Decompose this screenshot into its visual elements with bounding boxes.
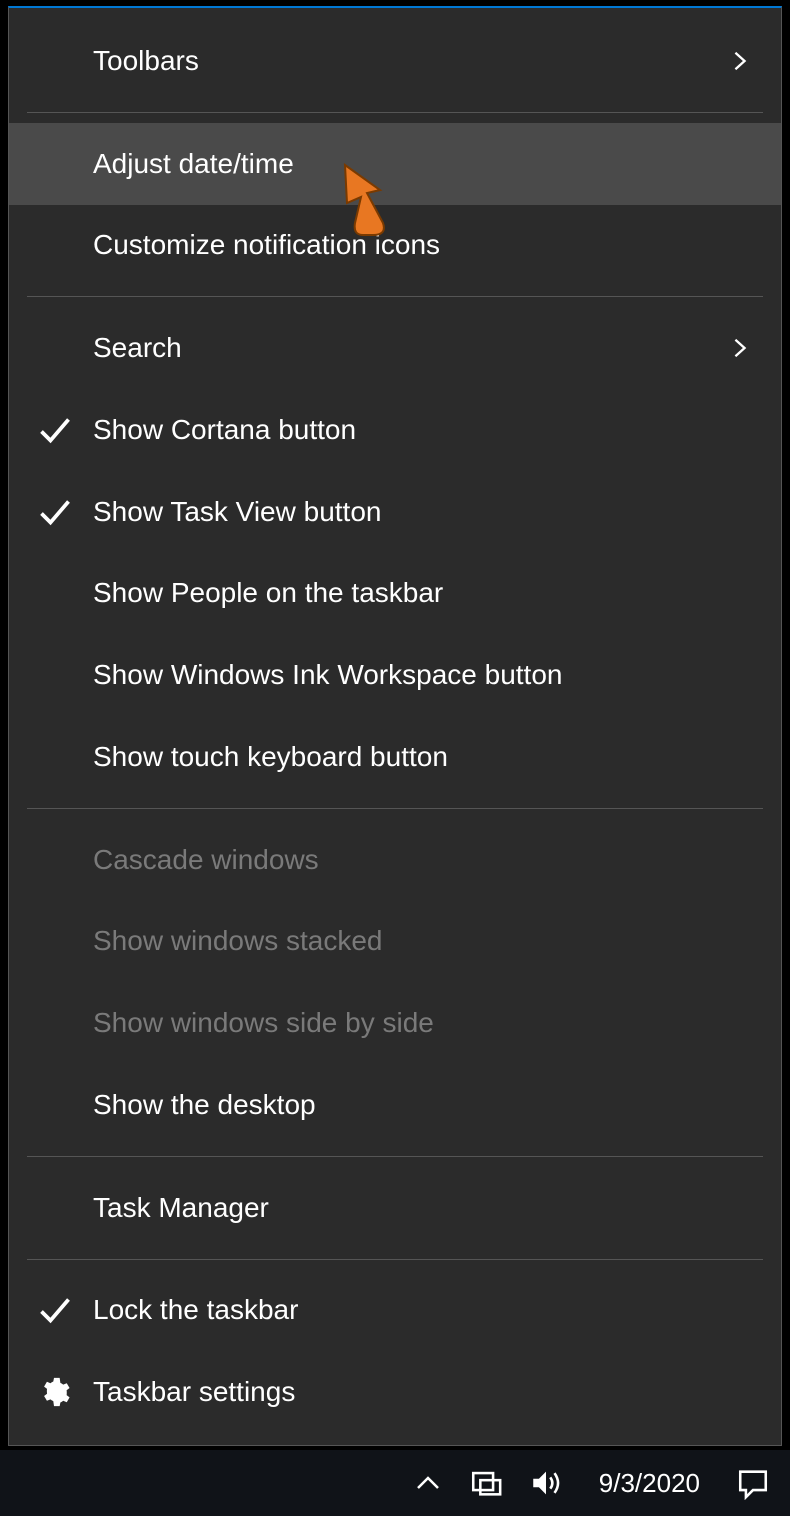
tray-overflow-chevron-icon[interactable]: [413, 1468, 443, 1498]
menu-item-label: Show the desktop: [93, 1089, 751, 1121]
menu-item-label: Taskbar settings: [93, 1376, 751, 1408]
menu-item-show-the-desktop[interactable]: Show the desktop: [9, 1064, 781, 1146]
chevron-right-icon: [729, 330, 751, 366]
taskbar: 9/3/2020: [0, 1450, 790, 1516]
menu-item-show-windows-stacked: Show windows stacked: [9, 901, 781, 983]
menu-item-label: Adjust date/time: [93, 148, 751, 180]
menu-item-label: Lock the taskbar: [93, 1294, 751, 1326]
menu-item-label: Show People on the taskbar: [93, 577, 751, 609]
menu-item-show-people-on-taskbar[interactable]: Show People on the taskbar: [9, 553, 781, 635]
action-center-icon[interactable]: [736, 1466, 770, 1500]
menu-item-show-cortana-button[interactable]: Show Cortana button: [9, 389, 781, 471]
menu-item-search[interactable]: Search: [9, 307, 781, 389]
menu-separator: [27, 1259, 763, 1260]
taskbar-date[interactable]: 9/3/2020: [599, 1468, 700, 1499]
menu-separator: [27, 112, 763, 113]
menu-item-label: Show Windows Ink Workspace button: [93, 659, 751, 691]
menu-item-task-manager[interactable]: Task Manager: [9, 1167, 781, 1249]
menu-item-label: Search: [93, 332, 729, 364]
menu-item-show-touch-keyboard-button[interactable]: Show touch keyboard button: [9, 716, 781, 798]
chevron-right-icon: [729, 43, 751, 79]
menu-item-customize-notification-icons[interactable]: Customize notification icons: [9, 205, 781, 287]
menu-item-lock-the-taskbar[interactable]: Lock the taskbar: [9, 1270, 781, 1352]
menu-item-label: Show windows stacked: [93, 925, 751, 957]
menu-item-adjust-date-time[interactable]: Adjust date/time: [9, 123, 781, 205]
check-icon: [37, 412, 73, 448]
menu-item-show-windows-side-by-side: Show windows side by side: [9, 982, 781, 1064]
menu-item-label: Toolbars: [93, 45, 729, 77]
network-icon[interactable]: [469, 1466, 503, 1500]
menu-item-toolbars[interactable]: Toolbars: [9, 20, 781, 102]
taskbar-context-menu: Toolbars Adjust date/time Customize notifi…: [8, 6, 782, 1446]
menu-separator: [27, 808, 763, 809]
menu-item-label: Show windows side by side: [93, 1007, 751, 1039]
menu-item-show-task-view-button[interactable]: Show Task View button: [9, 471, 781, 553]
check-icon: [37, 1292, 73, 1328]
menu-item-label: Cascade windows: [93, 844, 751, 876]
menu-item-show-windows-ink-workspace-button[interactable]: Show Windows Ink Workspace button: [9, 634, 781, 716]
menu-separator: [27, 296, 763, 297]
menu-item-label: Show Task View button: [93, 496, 751, 528]
menu-item-taskbar-settings[interactable]: Taskbar settings: [9, 1351, 781, 1433]
menu-item-label: Show Cortana button: [93, 414, 751, 446]
volume-icon[interactable]: [529, 1466, 563, 1500]
menu-separator: [27, 1156, 763, 1157]
menu-item-label: Show touch keyboard button: [93, 741, 751, 773]
gear-icon: [37, 1375, 71, 1409]
check-icon: [37, 494, 73, 530]
menu-item-label: Task Manager: [93, 1192, 751, 1224]
menu-item-cascade-windows: Cascade windows: [9, 819, 781, 901]
menu-item-label: Customize notification icons: [93, 229, 751, 261]
